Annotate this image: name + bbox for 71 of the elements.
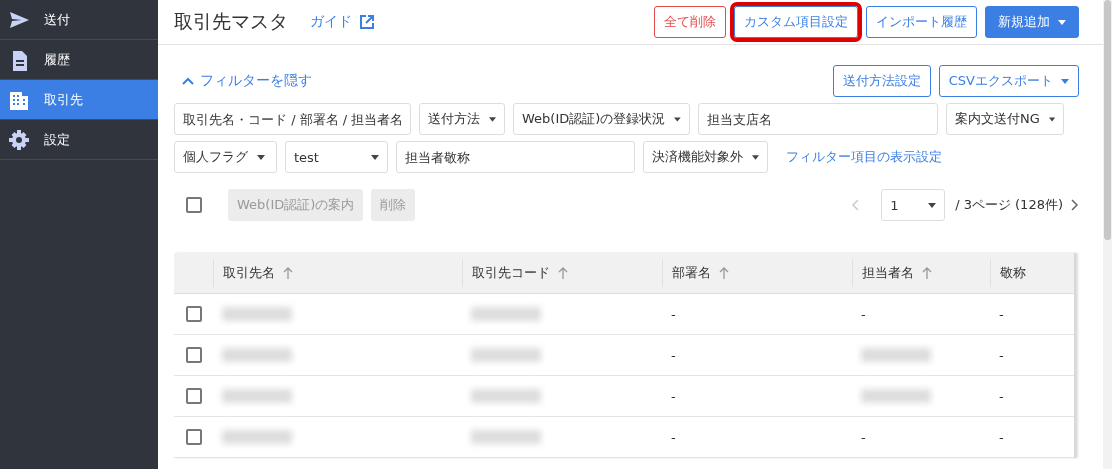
redacted-text <box>471 348 541 362</box>
caret-icon <box>1048 116 1055 122</box>
sidebar-item[interactable]: 送付 <box>0 0 158 40</box>
chevron-left-icon[interactable] <box>851 199 860 211</box>
header-button[interactable]: 全て削除 <box>654 6 726 38</box>
header-button[interactable]: 新規追加 <box>985 6 1079 38</box>
column-header[interactable]: 担当者名 <box>862 264 914 282</box>
filter-dropdown[interactable]: 送付方法 <box>419 103 505 135</box>
filter-dropdown[interactable]: 個人フラグ <box>174 141 277 173</box>
filter-input[interactable]: 担当支店名 <box>698 103 938 135</box>
scrollbar-thumb[interactable] <box>1104 0 1111 240</box>
column-header[interactable]: 取引先コード <box>472 264 550 282</box>
filter-dropdown[interactable]: 案内文送付NG <box>946 103 1064 135</box>
caret-icon <box>257 154 265 160</box>
table-cell: - <box>999 347 1004 363</box>
page-count: / 3ページ (128件) <box>955 196 1063 214</box>
sort-arrow-icon[interactable] <box>558 267 568 279</box>
column-header[interactable]: 敬称 <box>1000 264 1026 282</box>
filter-toggle[interactable]: フィルターを隠す <box>174 72 312 90</box>
redacted-text <box>471 430 541 444</box>
redacted-text <box>222 348 292 362</box>
filter-action-button[interactable]: 送付方法設定 <box>832 65 931 97</box>
table-cell: - <box>861 429 866 445</box>
sort-arrow-icon[interactable] <box>283 267 293 279</box>
redacted-text <box>471 307 541 321</box>
table-cell: - <box>861 306 866 322</box>
table-cell: - <box>999 306 1004 322</box>
caret-icon <box>928 202 937 208</box>
row-checkbox[interactable] <box>186 347 202 363</box>
redacted-text <box>222 307 292 321</box>
table-cell: - <box>671 388 676 404</box>
caret-icon <box>371 154 379 160</box>
redacted-text <box>861 389 931 403</box>
page-title: 取引先マスタ <box>174 9 288 34</box>
table-cell: - <box>671 429 676 445</box>
filter-select[interactable]: test <box>285 141 388 173</box>
redacted-text <box>471 389 541 403</box>
sort-arrow-icon[interactable] <box>719 267 729 279</box>
scrollbar[interactable] <box>1103 0 1112 469</box>
filter-action-button[interactable]: CSVエクスポート <box>938 65 1079 97</box>
table-cell: - <box>999 429 1004 445</box>
header-button[interactable]: インポート履歴 <box>866 6 977 38</box>
external-link-icon <box>359 14 375 30</box>
row-checkbox[interactable] <box>186 429 202 445</box>
select-all-checkbox[interactable] <box>186 197 202 213</box>
filter-dropdown[interactable]: Web(ID認証)の登録状況 <box>513 103 690 135</box>
sort-arrow-icon[interactable] <box>922 267 932 279</box>
sidebar-item[interactable]: 設定 <box>0 120 158 160</box>
row-checkbox[interactable] <box>186 388 202 404</box>
table-cell: - <box>671 306 676 322</box>
redacted-text <box>861 348 931 362</box>
guide-link[interactable]: ガイド <box>310 13 375 31</box>
sidebar-item[interactable]: 取引先 <box>0 80 158 120</box>
caret-icon <box>752 154 759 160</box>
table-cell: - <box>999 388 1004 404</box>
caret-icon <box>674 116 681 122</box>
filter-input[interactable]: 取引先名・コード / 部署名 / 担当者名 <box>174 103 411 135</box>
page-select[interactable]: 1 <box>881 189 946 221</box>
column-header[interactable]: 部署名 <box>672 264 711 282</box>
filter-input[interactable]: 担当者敬称 <box>396 141 635 173</box>
row-checkbox[interactable] <box>186 306 202 322</box>
column-header[interactable]: 取引先名 <box>223 264 275 282</box>
chevron-right-icon[interactable] <box>1071 199 1079 211</box>
caret-icon <box>489 116 496 122</box>
filter-dropdown[interactable]: 決済機能対象外 <box>643 141 768 173</box>
table-cell: - <box>671 347 676 363</box>
filter-settings-link[interactable]: フィルター項目の表示設定 <box>786 148 942 166</box>
gear-icon <box>8 128 30 151</box>
redacted-text <box>222 389 292 403</box>
chevron-up-icon <box>182 77 194 85</box>
redacted-text <box>222 430 292 444</box>
